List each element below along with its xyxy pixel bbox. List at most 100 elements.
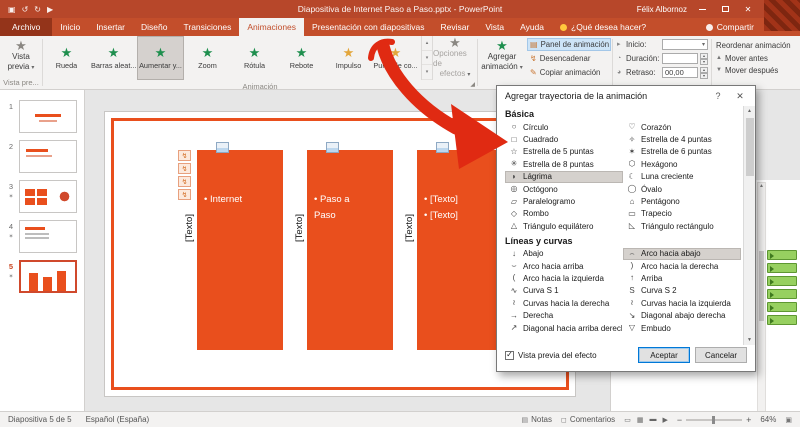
motion-path-option[interactable]: ⌢ Arco hacia abajo [623, 247, 741, 260]
motion-path-option[interactable]: ✳ Estrella de 8 puntas [505, 158, 623, 170]
motion-path-option[interactable]: ↑ Arriba [623, 272, 741, 284]
preview-effect-checkbox[interactable]: ✓ Vista previa del efecto [505, 350, 597, 360]
motion-path-option[interactable]: ↘ Diagonal abajo derecha [623, 309, 741, 321]
bar-vertical-label[interactable]: [Texto] [404, 150, 415, 242]
ribbon-tab[interactable]: Ayuda [512, 18, 552, 36]
animation-pane-item[interactable] [767, 302, 797, 312]
dialog-launcher-icon[interactable]: ◢ [470, 81, 475, 88]
advanced-animation-button[interactable]: ↯ Desencadenar [527, 52, 611, 65]
save-icon[interactable]: ▣ [8, 5, 16, 14]
scrollbar-thumb[interactable] [759, 251, 764, 321]
animation-pane-item[interactable] [767, 289, 797, 299]
ribbon-tab[interactable]: Insertar [88, 18, 133, 36]
bar-vertical-label[interactable]: [Texto] [294, 150, 305, 242]
motion-path-option[interactable]: ◺ Triángulo rectángulo [623, 220, 741, 232]
zoom-out-button[interactable]: − [677, 415, 682, 425]
motion-path-option[interactable]: ○ Círculo [505, 121, 623, 133]
motion-path-option[interactable]: ≀ Curvas hacia la izquierda [623, 297, 741, 309]
advanced-animation-button[interactable]: ✎ Copiar animación [527, 66, 611, 79]
animation-effect-tile[interactable]: ★ Aumentar y... [137, 36, 184, 80]
ribbon-tab[interactable]: Archivo [0, 18, 53, 36]
motion-path-option[interactable]: ◗ Lágrima [505, 170, 623, 183]
motion-path-option[interactable]: ♡ Corazón [623, 121, 741, 133]
motion-path-option[interactable]: ) Arco hacia la derecha [623, 260, 741, 272]
motion-path-option[interactable]: ✶ Estrella de 6 puntas [623, 146, 741, 158]
maximize-button[interactable] [717, 0, 733, 18]
zoom-slider[interactable] [686, 415, 743, 424]
gallery-scroll-down-icon[interactable]: ▾ [422, 51, 432, 66]
move-earlier-button[interactable]: ▲ Mover antes [716, 52, 796, 64]
gallery-scroll-up-icon[interactable]: ▴ [422, 36, 432, 51]
slide-thumbnail[interactable]: 4 ✶ [0, 220, 84, 253]
animation-pane-item[interactable] [767, 315, 797, 325]
zoom-in-button[interactable]: + [746, 415, 751, 425]
motion-path-option[interactable]: ∿ Curva S 1 [505, 285, 623, 297]
zoom-slider-thumb[interactable] [712, 415, 716, 424]
ribbon-tab[interactable]: ¿Qué desea hacer? [552, 18, 654, 36]
minimize-button[interactable] [694, 0, 710, 18]
animation-effect-tile[interactable]: ★ Rótula [231, 36, 278, 80]
share-button[interactable]: Compartir [698, 18, 762, 36]
gallery-more-icon[interactable]: ▾ [422, 65, 432, 81]
animation-pane-scrollbar[interactable]: ▲ ▼ [757, 182, 766, 427]
redo-icon[interactable]: ↻ [34, 5, 41, 14]
ribbon-tab[interactable]: Inicio [52, 18, 88, 36]
motion-path-option[interactable]: ⬡ Hexágono [623, 158, 741, 170]
motion-path-option[interactable]: ↗ Diagonal hacia arriba derecha [505, 322, 623, 334]
animation-pane-item[interactable] [767, 263, 797, 273]
cancel-button[interactable]: Cancelar [695, 347, 747, 363]
scrollbar-thumb[interactable] [745, 118, 754, 176]
motion-path-option[interactable]: ▱ Paralelogramo [505, 195, 623, 207]
ribbon-tab[interactable]: Transiciones [175, 18, 239, 36]
preview-button[interactable]: ★ Vista previa ▾ [0, 36, 42, 76]
start-select[interactable]: ▾ [662, 38, 708, 50]
duration-input[interactable] [662, 52, 698, 64]
ribbon-tab[interactable]: Diseño [133, 18, 175, 36]
motion-path-option[interactable]: → Derecha [505, 309, 623, 321]
motion-path-option[interactable]: ≀ Curvas hacia la derecha [505, 297, 623, 309]
language-indicator[interactable]: Español (España) [86, 415, 150, 424]
chart-bar[interactable]: • [Texto] • [Texto] [417, 150, 503, 350]
chart-bar[interactable]: • Paso a Paso [307, 150, 393, 350]
scroll-down-icon[interactable]: ▼ [747, 335, 752, 345]
effect-options-button[interactable]: ★ Opciones de efectos ▾ [433, 36, 477, 80]
motion-path-option[interactable]: S Curva S 2 [623, 285, 741, 297]
dialog-scrollbar[interactable]: ▲ ▼ [743, 106, 755, 345]
motion-path-option[interactable]: ✧ Estrella de 4 puntas [623, 133, 741, 145]
duration-stepper[interactable]: ▴ ▾ [700, 52, 708, 65]
animation-effect-tile[interactable]: ★ Rebote [278, 36, 325, 80]
animation-effect-tile[interactable]: ★ Zoom [184, 36, 231, 80]
delay-input[interactable]: 00,00 [662, 66, 698, 78]
picture-placeholder-icon[interactable] [326, 142, 339, 153]
motion-path-option[interactable]: ↓ Abajo [505, 248, 623, 260]
motion-path-option[interactable]: ☆ Estrella de 5 puntas [505, 146, 623, 158]
motion-path-option[interactable]: ⌣ Arco hacia arriba [505, 260, 623, 272]
animation-effect-tile[interactable]: ★ Rueda [43, 36, 90, 80]
dialog-close-button[interactable]: ✕ [729, 88, 751, 104]
add-animation-button[interactable]: ★ Agregar animación ▾ [478, 36, 526, 76]
ribbon-tab[interactable]: Revisar [433, 18, 478, 36]
animation-effect-tile[interactable]: ★ Barras aleat... [90, 36, 137, 80]
motion-path-option[interactable]: □ Cuadrado [505, 133, 623, 145]
animation-effect-tile[interactable]: ★ Impulso [325, 36, 372, 80]
delay-stepper[interactable]: ▴ ▾ [700, 66, 708, 79]
zoom-level[interactable]: 64% [760, 415, 776, 424]
notes-button[interactable]: ▤ Notas [521, 415, 552, 424]
dialog-title-bar[interactable]: Agregar trayectoria de la animación ? ✕ [497, 86, 755, 106]
advanced-animation-button[interactable]: ▤ Panel de animación [527, 38, 611, 51]
undo-icon[interactable]: ↺ [22, 5, 29, 14]
slideshow-view-icon[interactable]: ▶ [662, 416, 667, 424]
motion-path-option[interactable]: ▽ Embudo [623, 322, 741, 334]
slide-thumbnail[interactable]: 5 ✶ [0, 260, 84, 293]
slide-number-indicator[interactable]: Diapositiva 5 de 5 [8, 415, 72, 424]
ribbon-tab[interactable]: Vista [477, 18, 512, 36]
animation-pane-item[interactable] [767, 250, 797, 260]
slide-thumbnail[interactable]: 2 ✶ [0, 140, 84, 173]
user-name[interactable]: Félix Albornoz [637, 5, 687, 14]
animation-pane-item[interactable] [767, 276, 797, 286]
reading-view-icon[interactable]: ▬ [649, 416, 656, 424]
accept-button[interactable]: Aceptar [638, 347, 690, 363]
start-presentation-icon[interactable]: ▶ [47, 5, 53, 14]
motion-path-option[interactable]: ◯ Óvalo [623, 183, 741, 195]
animation-effect-tile[interactable]: ★ Pulso de co... [372, 36, 419, 80]
